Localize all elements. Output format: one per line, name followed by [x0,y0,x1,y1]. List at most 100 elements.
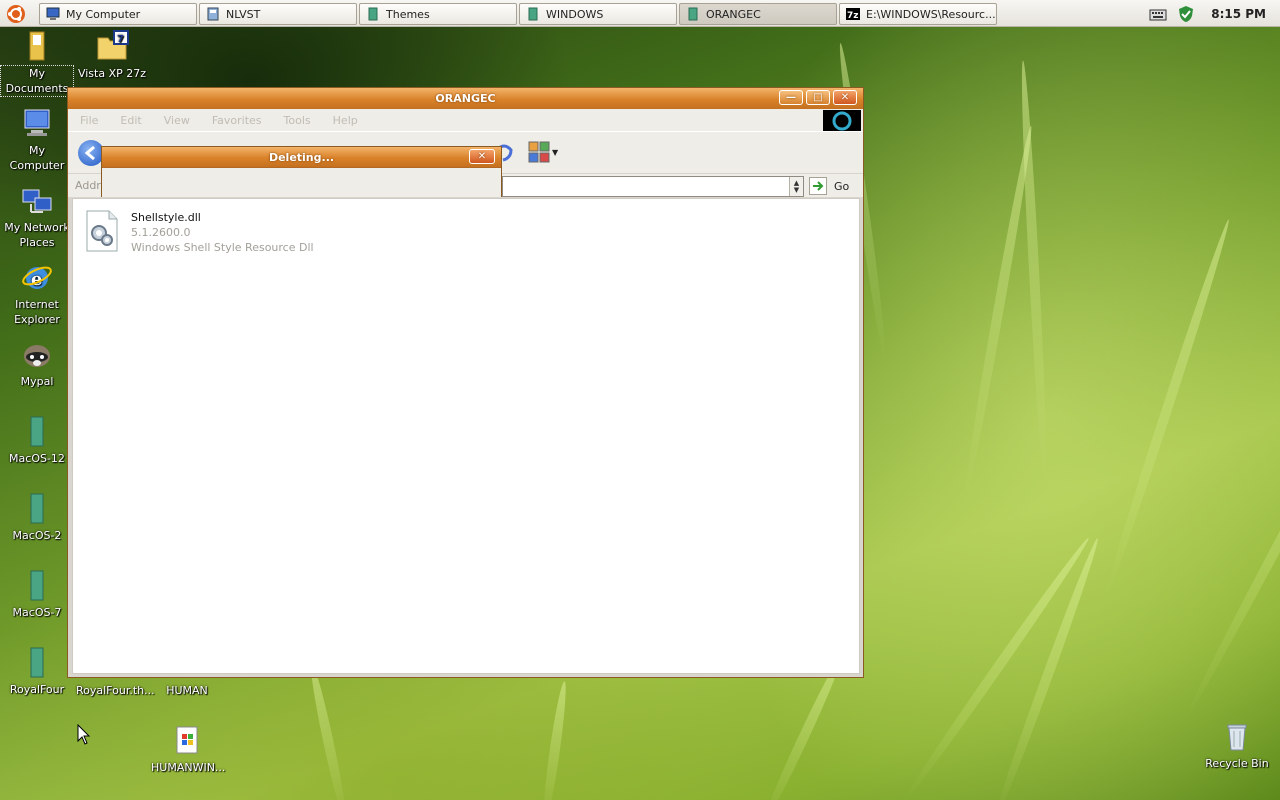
throbber-icon [832,111,852,131]
views-button[interactable]: ▼ [528,140,560,164]
task-label: NLVST [226,7,261,21]
task-label: Themes [386,7,430,21]
7z-archive-icon: 7 [96,30,129,62]
desktop-icon-label: HUMAN [166,684,208,697]
task-label: WINDOWS [546,7,604,21]
desktop-icon-label: Vista XP 27z [77,67,147,80]
window-titlebar[interactable]: ORANGEC — □ ✕ [68,88,863,109]
task-label: E:\WINDOWS\Resourc... [866,7,996,21]
minimize-button[interactable]: — [779,90,803,105]
desktop-icon-vista-xp-27z[interactable]: 7 Vista XP 27z [76,30,148,81]
desktop-icon-label: My Network Places [4,221,70,249]
security-shield-icon[interactable] [1177,5,1195,23]
desktop-icon-network-places[interactable]: My Network Places [1,184,73,250]
close-button[interactable]: ✕ [833,90,857,105]
folder-doc-icon [207,7,219,21]
7zip-icon: 7z [846,8,860,21]
folder-icon [528,7,538,21]
desktop-icon-royalfour-theme[interactable]: RoyalFour.th... [76,683,155,698]
desktop-icon-label: MacOS-7 [12,606,62,619]
desktop-icon-royalfour[interactable]: RoyalFour [1,646,73,697]
menu-view[interactable]: View [164,114,190,127]
close-icon: ✕ [477,150,487,162]
mypal-icon [21,338,53,370]
mouse-cursor-icon [77,724,91,745]
network-icon [21,184,53,216]
deleting-dialog: Deleting... ✕ [101,146,502,197]
chevron-down-icon: ▼ [552,147,559,157]
file-name: Shellstyle.dll [131,211,201,224]
keyboard-icon[interactable] [1149,7,1167,21]
folder-icon [21,646,53,678]
svg-text:7: 7 [117,34,124,45]
desktop-icon-label: Internet Explorer [14,298,60,326]
task-orangec[interactable]: ORANGEC [679,3,837,25]
menu-bar: File Edit View Favorites Tools Help [68,109,863,132]
desktop-icon-label: My Documents [0,65,74,97]
desktop-icon-label: RoyalFour [9,683,65,696]
address-input[interactable]: ▲ ▼ [502,176,804,197]
go-arrow-icon [813,181,824,191]
desktop-icon-recycle-bin[interactable]: Recycle Bin [1201,720,1273,771]
recycle-bin-icon [1221,720,1253,752]
documents-folder-icon [21,30,53,62]
folder-icon [688,7,698,21]
desktop-icon-human[interactable]: HUMAN [151,683,223,698]
dialog-titlebar[interactable]: Deleting... ✕ [102,147,501,167]
menu-favorites[interactable]: Favorites [212,114,262,127]
go-label[interactable]: Go [834,180,849,193]
desktop-icon-label: MacOS-12 [9,452,65,465]
menu-edit[interactable]: Edit [120,114,141,127]
desktop-icon-macos-12[interactable]: MacOS-12 [1,415,73,466]
desktop-icon-internet-explorer[interactable]: e Internet Explorer [1,261,73,327]
desktop-icon-humanwin[interactable]: HUMANWIN... [151,724,226,775]
minimize-icon: — [786,91,796,103]
folder-icon [21,569,53,601]
task-7zip[interactable]: 7z E:\WINDOWS\Resourc... [839,3,997,25]
views-icon [528,141,550,163]
go-button[interactable] [809,177,827,195]
dll-file-icon [86,210,118,252]
task-windows[interactable]: WINDOWS [519,3,677,25]
chevron-down-icon: ▼ [793,185,800,194]
folder-icon [21,415,53,447]
desktop-icon-my-documents[interactable]: My Documents [0,30,74,97]
maximize-button[interactable]: □ [806,90,830,105]
clock[interactable]: 8:15 PM [1211,7,1266,21]
computer-icon [46,7,60,20]
desktop-icon-mypal[interactable]: Mypal [1,338,73,389]
folder-icon [368,7,378,21]
dialog-title: Deleting... [268,150,335,164]
desktop-icon-label: Recycle Bin [1205,757,1269,770]
desktop-icon-macos-2[interactable]: MacOS-2 [1,492,73,543]
file-version: 5.1.2600.0 [131,226,191,239]
desktop-icon-label: RoyalFour.th... [76,684,155,697]
address-dropdown-button[interactable]: ▲ ▼ [789,177,803,196]
dialog-close-button[interactable]: ✕ [469,149,495,164]
start-button[interactable] [3,2,29,25]
desktop-icon-label: Mypal [20,375,54,388]
task-my-computer[interactable]: My Computer [39,3,197,25]
list-item[interactable]: Shellstyle.dll 5.1.2600.0 Windows Shell … [85,209,314,255]
file-list: Shellstyle.dll 5.1.2600.0 Windows Shell … [72,198,860,674]
task-nlvst[interactable]: NLVST [199,3,357,25]
desktop-icon-label: My Computer [9,144,65,172]
folder-icon [21,492,53,524]
system-tray: 8:15 PM [1149,0,1280,27]
desktop-icon-macos-7[interactable]: MacOS-7 [1,569,73,620]
ubuntu-logo-icon [7,4,25,23]
desktop-icon-my-computer[interactable]: My Computer [1,107,73,173]
dialog-body [102,167,501,197]
windows-throbber [823,110,861,132]
task-themes[interactable]: Themes [359,3,517,25]
window-title: ORANGEC [435,92,496,105]
close-icon: ✕ [840,91,850,103]
desktop-icon-label: MacOS-2 [12,529,62,542]
computer-icon [21,107,53,139]
menu-file[interactable]: File [80,114,98,127]
desktop-icon-label: HUMANWIN... [151,761,226,774]
menu-help[interactable]: Help [333,114,358,127]
file-description: Windows Shell Style Resource Dll [131,241,314,254]
task-label: My Computer [66,7,141,21]
menu-tools[interactable]: Tools [284,114,311,127]
